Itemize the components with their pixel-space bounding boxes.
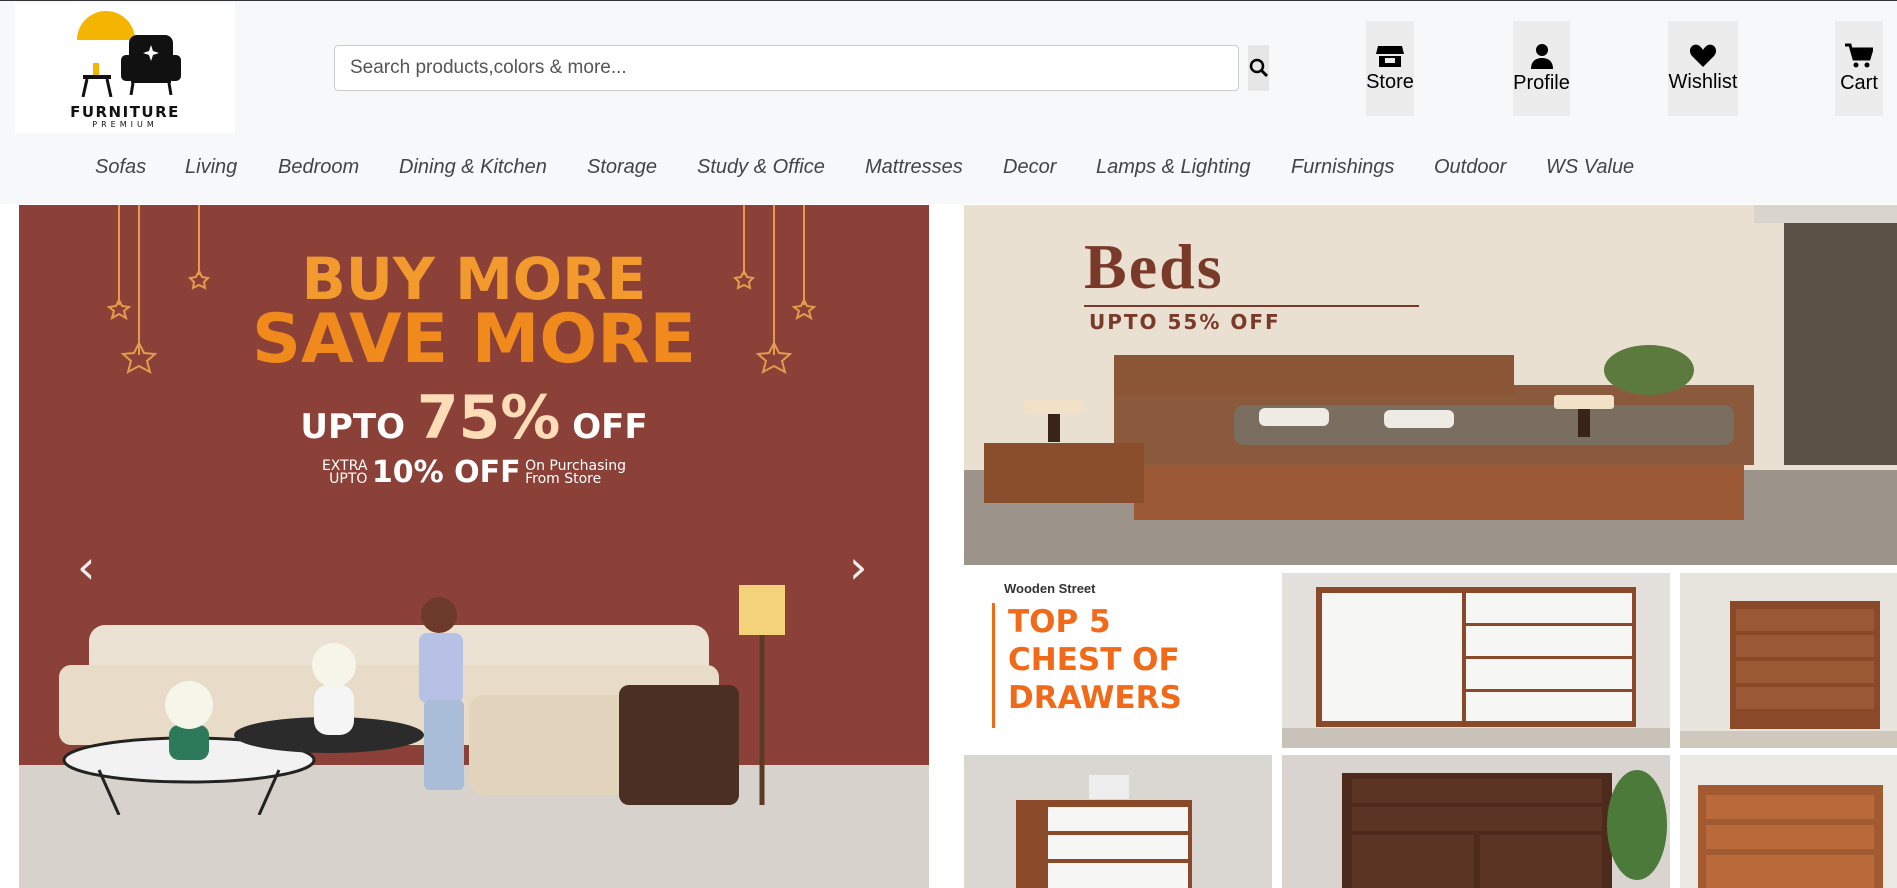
category-living[interactable]: Living <box>185 156 237 179</box>
site-header: FURNITURE PREMIUM Store Profile Wishlist <box>0 1 1897 204</box>
heart-icon <box>1689 44 1717 67</box>
hero-carousel[interactable]: BUY MORE SAVE MORE UPTO 75% OFF EXTRA UP… <box>19 205 929 888</box>
carousel-next-button[interactable]: › <box>849 540 867 594</box>
category-decor[interactable]: Decor <box>1003 156 1056 179</box>
search-input[interactable] <box>334 45 1239 91</box>
beds-title-rule <box>1084 305 1419 307</box>
chest-line1: TOP 5 <box>1008 604 1111 640</box>
beds-banner[interactable]: Beds UPTO 55% OFF <box>964 205 1897 565</box>
product-tile-dark-cabinet[interactable] <box>1282 755 1670 888</box>
beds-title: Beds <box>1084 231 1224 302</box>
search-icon <box>1249 58 1268 78</box>
store-button[interactable]: Store <box>1366 21 1414 116</box>
sideboard-image <box>1282 587 1670 748</box>
hero-off: OFF <box>572 407 648 447</box>
wishlist-label: Wishlist <box>1668 70 1738 93</box>
category-lamps-lighting[interactable]: Lamps & Lighting <box>1096 156 1251 179</box>
chest-brand: Wooden Street <box>1004 581 1096 596</box>
category-study-office[interactable]: Study & Office <box>697 156 825 179</box>
hero-extra-pct: 10% OFF <box>371 455 521 490</box>
logo-sub-text: PREMIUM <box>92 120 158 129</box>
category-outdoor[interactable]: Outdoor <box>1434 156 1506 179</box>
dark-cabinet-image <box>1342 770 1667 888</box>
hero-offer: UPTO 75% OFF <box>19 383 929 453</box>
category-furnishings[interactable]: Furnishings <box>1291 156 1394 179</box>
product-tile-sideboard[interactable] <box>1282 573 1670 748</box>
profile-button[interactable]: Profile <box>1513 21 1570 116</box>
hero-extra-b: UPTO <box>329 470 368 487</box>
logo-side-table-icon <box>81 63 113 97</box>
logo-brand-text: FURNITURE <box>70 103 180 121</box>
cart-button[interactable]: Cart <box>1835 21 1883 116</box>
hero-extra-offer: EXTRA UPTO 10% OFF On Purchasing From St… <box>19 455 929 490</box>
site-logo[interactable]: FURNITURE PREMIUM <box>15 3 235 133</box>
hero-upto: UPTO <box>300 407 405 447</box>
hero-sofa-scene <box>59 585 785 815</box>
chest-accent-rule <box>992 603 995 728</box>
hero-title-line2: SAVE MORE <box>251 300 697 379</box>
white-chest-image <box>1016 775 1192 888</box>
carved-chest-image <box>1698 785 1883 888</box>
cart-label: Cart <box>1840 71 1878 94</box>
store-icon <box>1376 45 1404 67</box>
product-tile-white-chest[interactable] <box>964 755 1272 888</box>
chest-promo-tile[interactable]: Wooden Street TOP 5 CHEST OF DRAWERS <box>964 573 1280 753</box>
search-button[interactable] <box>1248 45 1269 91</box>
beds-offer: UPTO 55% OFF <box>1089 310 1281 334</box>
logo-chair-icon <box>121 35 181 95</box>
chest-line2: CHEST OF <box>1008 642 1180 678</box>
carousel-prev-button[interactable]: ‹ <box>77 540 95 594</box>
category-ws-value[interactable]: WS Value <box>1546 156 1634 179</box>
cart-icon <box>1845 43 1873 67</box>
wishlist-button[interactable]: Wishlist <box>1668 21 1738 116</box>
category-storage[interactable]: Storage <box>587 156 657 179</box>
user-icon <box>1530 43 1553 69</box>
chest-headline: TOP 5 CHEST OF DRAWERS <box>1008 603 1182 717</box>
category-sofas[interactable]: Sofas <box>95 156 146 179</box>
category-dining-kitchen[interactable]: Dining & Kitchen <box>399 156 547 179</box>
hero-percent: 75% <box>416 383 561 453</box>
tall-chest-image <box>1680 601 1897 748</box>
product-tile-carved-chest[interactable] <box>1680 755 1897 888</box>
category-bedroom[interactable]: Bedroom <box>278 156 359 179</box>
store-label: Store <box>1366 70 1414 93</box>
chest-line3: DRAWERS <box>1008 680 1182 716</box>
category-nav: Sofas Living Bedroom Dining & Kitchen St… <box>0 156 1897 186</box>
product-tile-tall-chest[interactable] <box>1680 573 1897 748</box>
profile-label: Profile <box>1513 71 1570 94</box>
category-mattresses[interactable]: Mattresses <box>865 156 963 179</box>
hero-extra-d: From Store <box>525 470 602 487</box>
